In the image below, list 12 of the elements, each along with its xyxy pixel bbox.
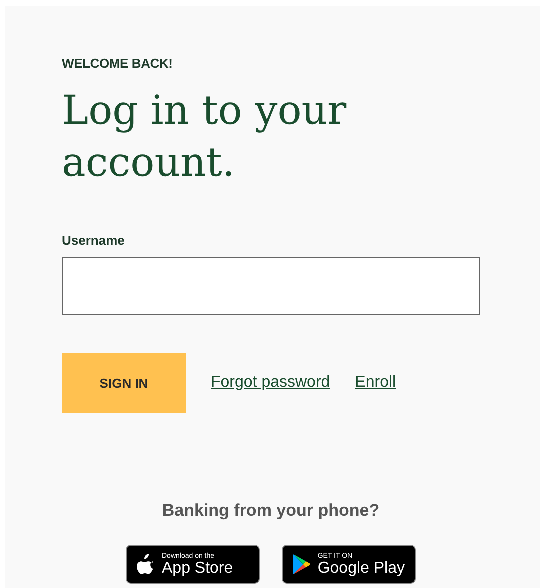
link[interactable]: Enroll [355, 374, 396, 392]
play-icon [293, 554, 311, 575]
badge-title: App Store [162, 560, 234, 576]
username-field[interactable] [62, 257, 480, 315]
badge-title: Google Play [318, 560, 405, 576]
apple-icon [137, 554, 155, 575]
promo-text: Banking from your phone? [161, 501, 381, 521]
username-label: Username [62, 233, 126, 248]
link[interactable]: Forgot password [211, 374, 330, 392]
sign-in-button[interactable]: SIGN IN [62, 353, 186, 413]
page-heading: Log in to your account. [62, 87, 348, 188]
welcome-label: WELCOME BACK! [62, 56, 174, 71]
